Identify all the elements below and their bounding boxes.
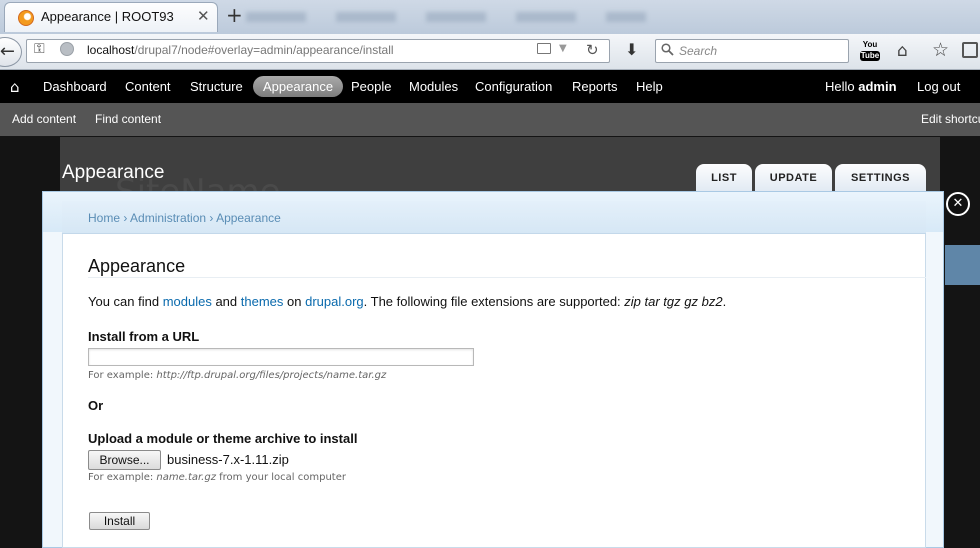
edit-shortcuts-link[interactable]: Edit shortcuts bbox=[921, 112, 980, 126]
upload-help-suffix: from your local computer bbox=[215, 472, 346, 483]
toolbar-item-people[interactable]: People bbox=[351, 79, 391, 94]
site-identity-icon[interactable] bbox=[60, 42, 74, 56]
toolbar-item-help[interactable]: Help bbox=[636, 79, 663, 94]
toolbar-item-dashboard[interactable]: Dashboard bbox=[43, 79, 107, 94]
url-help-example: http://ftp.drupal.org/files/projects/nam… bbox=[156, 370, 387, 381]
page-title: Appearance bbox=[88, 256, 186, 276]
toolbar-item-appearance[interactable]: Appearance bbox=[253, 76, 344, 97]
browser-tab-strip: Appearance | ROOT93 ✕ + bbox=[0, 0, 980, 34]
tab-list[interactable]: LIST bbox=[696, 164, 752, 194]
key-icon[interactable]: ⚿ bbox=[34, 41, 45, 57]
tab-close-icon[interactable]: ✕ bbox=[197, 7, 210, 25]
overlay-close-icon[interactable]: ✕ bbox=[946, 192, 970, 216]
back-arrow-icon[interactable]: ← bbox=[0, 37, 22, 67]
shortcut-find-content[interactable]: Find content bbox=[95, 112, 161, 126]
youtube-label-top: You bbox=[862, 40, 878, 49]
favicon-icon bbox=[18, 10, 34, 26]
url-path: /drupal7/node#overlay=admin/appearance/i… bbox=[134, 43, 394, 57]
bookmarks-menu-icon[interactable] bbox=[962, 42, 978, 58]
breadcrumb-appearance[interactable]: Appearance bbox=[216, 211, 281, 225]
intro-text: You can find modules and themes on drupa… bbox=[88, 294, 726, 309]
browse-button[interactable]: Browse... bbox=[88, 450, 161, 470]
toolbar-item-structure[interactable]: Structure bbox=[190, 79, 243, 94]
or-label: Or bbox=[88, 398, 104, 413]
username-link[interactable]: admin bbox=[858, 79, 896, 94]
toolbar-home-icon[interactable]: ⌂ bbox=[10, 78, 20, 96]
tab-settings[interactable]: SETTINGS bbox=[835, 164, 926, 194]
breadcrumb-separator: › bbox=[206, 211, 217, 225]
url-help-text: For example: http://ftp.drupal.org/files… bbox=[88, 370, 386, 381]
reload-icon[interactable]: ↻ bbox=[586, 41, 599, 59]
intro-suffix: . The following file extensions are supp… bbox=[363, 294, 625, 309]
home-icon[interactable]: ⌂ bbox=[897, 41, 908, 61]
search-placeholder: Search bbox=[679, 44, 718, 58]
breadcrumb-home[interactable]: Home bbox=[88, 211, 120, 225]
install-button[interactable]: Install bbox=[89, 512, 150, 530]
tab-update[interactable]: UPDATE bbox=[755, 164, 832, 194]
downloads-icon[interactable]: ⬇ bbox=[625, 40, 638, 59]
upload-label: Upload a module or theme archive to inst… bbox=[88, 431, 358, 446]
url-help-prefix: For example: bbox=[88, 370, 157, 381]
intro-and: and bbox=[211, 294, 241, 309]
youtube-icon[interactable]: You Tube bbox=[860, 40, 880, 62]
title-divider bbox=[88, 277, 926, 278]
toolbar-item-reports[interactable]: Reports bbox=[572, 79, 618, 94]
selected-file-name: business-7.x-1.11.zip bbox=[167, 452, 289, 467]
breadcrumb: Home › Administration › Appearance bbox=[88, 211, 281, 225]
modules-link[interactable]: modules bbox=[163, 294, 212, 309]
youtube-label-bottom: Tube bbox=[860, 51, 880, 61]
toolbar-item-modules[interactable]: Modules bbox=[409, 79, 458, 94]
browser-tab-active[interactable]: Appearance | ROOT93 ✕ bbox=[4, 2, 218, 32]
upload-help-example: name.tar.gz bbox=[156, 472, 216, 483]
breadcrumb-separator: › bbox=[120, 211, 131, 225]
intro-on: on bbox=[283, 294, 306, 309]
upload-help-prefix: For example: bbox=[88, 472, 157, 483]
search-icon bbox=[661, 43, 674, 56]
url-history-dropdown-icon[interactable]: ▼ bbox=[559, 43, 567, 54]
greeting-text: Hello bbox=[825, 79, 859, 94]
drupal-org-link[interactable]: drupal.org bbox=[305, 294, 364, 309]
background-nav-bar bbox=[945, 245, 980, 285]
tab-title: Appearance | ROOT93 bbox=[41, 9, 174, 24]
upload-help-text: For example: name.tar.gz from your local… bbox=[88, 472, 346, 483]
install-url-label: Install from a URL bbox=[88, 329, 200, 344]
bookmark-star-icon[interactable]: ☆ bbox=[932, 39, 949, 61]
logout-link[interactable]: Log out bbox=[917, 79, 960, 94]
intro-prefix: You can find bbox=[88, 294, 163, 309]
admin-toolbar: ⌂ Dashboard Content Structure Appearance… bbox=[0, 70, 980, 103]
url-host: localhost bbox=[87, 43, 135, 57]
overlay-title: Appearance bbox=[62, 162, 165, 183]
toolbar-item-content[interactable]: Content bbox=[125, 79, 171, 94]
toolbar-item-configuration[interactable]: Configuration bbox=[475, 79, 552, 94]
shortcut-add-content[interactable]: Add content bbox=[12, 112, 76, 126]
url-text[interactable]: localhost/drupal7/node#overlay=admin/app… bbox=[87, 43, 394, 57]
themes-link[interactable]: themes bbox=[241, 294, 284, 309]
install-url-input[interactable] bbox=[88, 348, 474, 366]
shortcuts-bar: Add content Find content Edit shortcuts bbox=[0, 103, 980, 136]
supported-extensions: zip tar tgz gz bz2 bbox=[624, 294, 723, 309]
reader-view-icon[interactable] bbox=[537, 43, 551, 54]
user-greeting: Hello admin bbox=[825, 79, 897, 94]
breadcrumb-administration[interactable]: Administration bbox=[130, 211, 206, 225]
blurred-background-tabs bbox=[246, 12, 646, 22]
new-tab-icon[interactable]: + bbox=[226, 3, 243, 27]
navigation-bar: ← ⚿ localhost/drupal7/node#overlay=admin… bbox=[0, 34, 980, 70]
intro-end: . bbox=[722, 294, 727, 309]
